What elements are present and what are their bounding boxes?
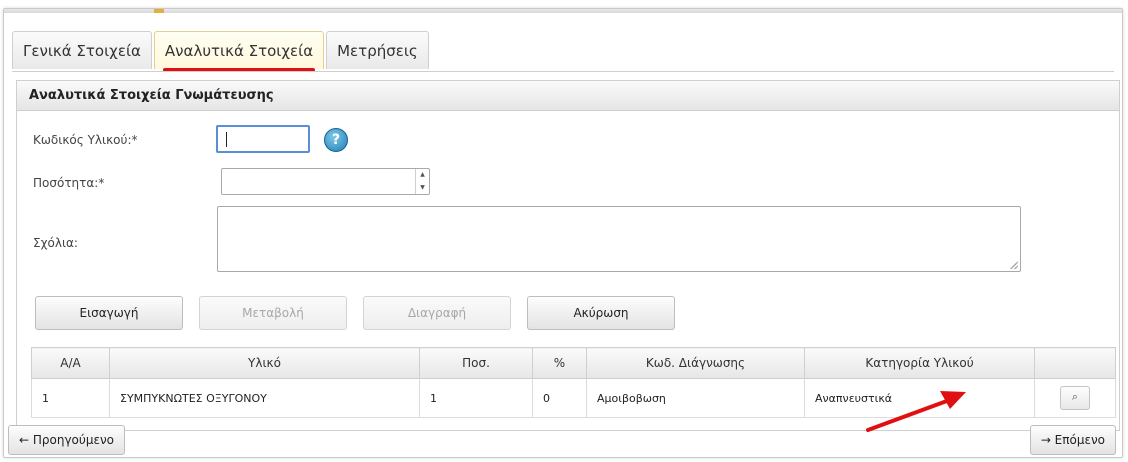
modify-button[interactable]: Μεταβολή bbox=[199, 296, 347, 330]
column-header-material-category[interactable]: Κατηγορία Υλικού bbox=[804, 347, 1035, 379]
column-header-index[interactable]: Α/Α bbox=[31, 347, 110, 379]
tab-measurements[interactable]: Μετρήσεις bbox=[326, 31, 429, 69]
table-header-row: Α/Α Υλικό Ποσ. % Κωδ. Διάγνωσης Κατηγορί… bbox=[31, 347, 1116, 379]
help-icon[interactable]: ? bbox=[324, 128, 348, 152]
quantity-label: Ποσότητα:* bbox=[33, 176, 105, 190]
cell-quantity: 1 bbox=[419, 378, 533, 418]
text-caret bbox=[226, 132, 227, 147]
tab-detailed-info[interactable]: Αναλυτικά Στοιχεία bbox=[153, 31, 325, 72]
column-header-quantity[interactable]: Ποσ. bbox=[419, 347, 533, 379]
cancel-button[interactable]: Ακύρωση bbox=[527, 296, 675, 330]
tab-divider bbox=[12, 71, 1114, 72]
resize-grip-icon[interactable] bbox=[1010, 261, 1018, 269]
material-code-input[interactable] bbox=[216, 125, 310, 153]
comments-label: Σχόλια: bbox=[33, 236, 78, 250]
column-header-material[interactable]: Υλικό bbox=[109, 347, 420, 379]
detail-panel: Αναλυτικά Στοιχεία Γνωμάτευσης Κωδικός Υ… bbox=[16, 80, 1120, 431]
window-frame: Γενικά Στοιχεία Αναλυτικά Στοιχεία Μετρή… bbox=[3, 8, 1123, 458]
previous-button[interactable]: ← Προηγούμενο bbox=[8, 425, 126, 455]
comments-textarea[interactable] bbox=[217, 206, 1021, 272]
insert-button[interactable]: Εισαγωγή bbox=[35, 296, 183, 330]
tab-general-info[interactable]: Γενικά Στοιχεία bbox=[12, 31, 152, 69]
panel-title: Αναλυτικά Στοιχεία Γνωμάτευσης bbox=[17, 81, 1119, 111]
cell-percent: 0 bbox=[532, 378, 587, 418]
delete-button[interactable]: Διαγραφή bbox=[363, 296, 511, 330]
next-button[interactable]: → Επόμενο bbox=[1029, 425, 1116, 455]
material-code-label: Κωδικός Υλικού:* bbox=[33, 133, 138, 147]
column-header-actions bbox=[1034, 347, 1116, 379]
cell-actions: ⌕ bbox=[1034, 378, 1116, 418]
spinner-arrows-icon[interactable]: ▲ ▼ bbox=[415, 169, 429, 194]
magnifier-icon[interactable]: ⌕ bbox=[1060, 386, 1090, 410]
materials-table: Α/Α Υλικό Ποσ. % Κωδ. Διάγνωσης Κατηγορί… bbox=[31, 347, 1116, 418]
column-header-diagnosis-code[interactable]: Κωδ. Διάγνωσης bbox=[586, 347, 805, 379]
top-bar bbox=[4, 9, 1122, 13]
top-bar-accent bbox=[154, 9, 164, 13]
tab-bar: Γενικά Στοιχεία Αναλυτικά Στοιχεία Μετρή… bbox=[12, 31, 431, 72]
cell-diagnosis-code: Αμοιβοβωση bbox=[586, 378, 805, 418]
column-header-percent[interactable]: % bbox=[532, 347, 587, 379]
cell-index: 1 bbox=[31, 378, 110, 418]
quantity-stepper[interactable]: ▲ ▼ bbox=[221, 168, 430, 195]
cell-material: ΣΥΜΠΥΚΝΩΤΕΣ ΟΞΥΓΟΝΟΥ bbox=[109, 378, 420, 418]
table-row[interactable]: 1 ΣΥΜΠΥΚΝΩΤΕΣ ΟΞΥΓΟΝΟΥ 1 0 Αμοιβοβωση Αν… bbox=[31, 378, 1116, 418]
cell-material-category: Αναπνευστικά bbox=[804, 378, 1035, 418]
